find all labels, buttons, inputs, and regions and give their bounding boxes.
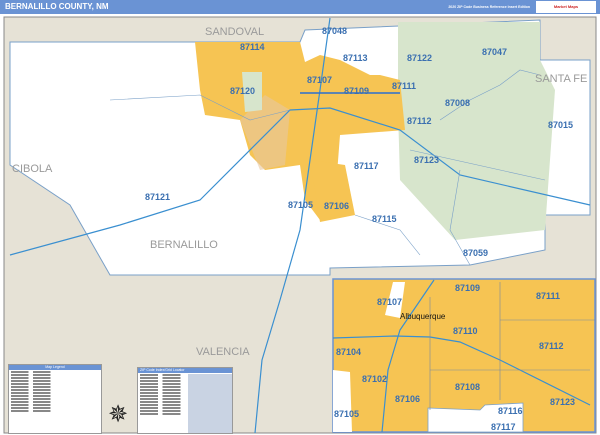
county-label-sandoval: SANDOVAL	[205, 26, 264, 38]
zip-table-title: ZIP Code Index/Grid Locator	[138, 368, 232, 373]
legend-title: Map Legend	[9, 365, 101, 370]
inset-zip-label: 87108	[455, 382, 480, 392]
inset-zip-label: 87111	[536, 291, 560, 301]
zip-label: 87109	[344, 86, 369, 96]
inset-zip-label: 87110	[453, 326, 478, 336]
inset-zip-label: 87123	[550, 397, 575, 407]
inset-zip-label: 87105	[334, 409, 359, 419]
county-label-bernalillo: BERNALILLO	[150, 239, 218, 251]
publisher-logo: Market Maps	[536, 1, 596, 13]
zip-label: 87113	[343, 53, 368, 63]
zip-label: 87048	[322, 26, 347, 36]
zip-label: 87120	[230, 86, 255, 96]
zip-label: 87117	[354, 161, 379, 171]
inset-map[interactable]: 87109 87107 Albuquerque 87111 87110 8711…	[332, 278, 596, 433]
zip-label: 87059	[463, 248, 488, 258]
county-label-cibola: CIBOLA	[12, 163, 53, 175]
zip-label: 87047	[482, 47, 507, 57]
inset-zip-label: 87116	[498, 406, 523, 416]
compass-rose-icon: ✵	[108, 401, 129, 428]
inset-city-label: Albuquerque	[400, 312, 446, 321]
zip-code-index-table: ZIP Code Index/Grid Locator	[137, 367, 233, 434]
zip-label: 87115	[372, 214, 397, 224]
map-legend: Map Legend	[8, 364, 102, 434]
county-label-valencia: VALENCIA	[196, 346, 250, 358]
zip-label: 87123	[414, 155, 439, 165]
inset-zip-label: 87112	[539, 341, 564, 351]
edition-label: 2020 ZIP Code Business Reference Insert …	[448, 5, 530, 9]
zip-label: 87008	[445, 98, 470, 108]
map-title: BERNALILLO COUNTY, NM	[5, 2, 109, 11]
zip-label: 87105	[288, 200, 313, 210]
zip-label: 87112	[407, 116, 432, 126]
inset-west-area	[333, 370, 352, 432]
inset-zip-label: 87106	[395, 394, 420, 404]
inset-zip-label: 87109	[455, 283, 480, 293]
inset-zip-label: 87102	[362, 374, 387, 384]
inset-zip-label: 87104	[336, 347, 361, 357]
zip-label: 87114	[240, 42, 265, 52]
zip-label: 87111	[392, 81, 416, 91]
zip-label: 87015	[548, 120, 573, 130]
zip-label: 87106	[324, 201, 349, 211]
inset-zip-label: 87117	[491, 422, 516, 432]
zip-label: 87107	[307, 75, 332, 85]
inset-zip-label: 87107	[377, 297, 402, 307]
zip-label: 87121	[145, 192, 170, 202]
county-label-santa-fe: SANTA FE	[535, 73, 587, 85]
zip-label: 87122	[407, 53, 432, 63]
header-bar: BERNALILLO COUNTY, NM 2020 ZIP Code Busi…	[0, 0, 600, 14]
